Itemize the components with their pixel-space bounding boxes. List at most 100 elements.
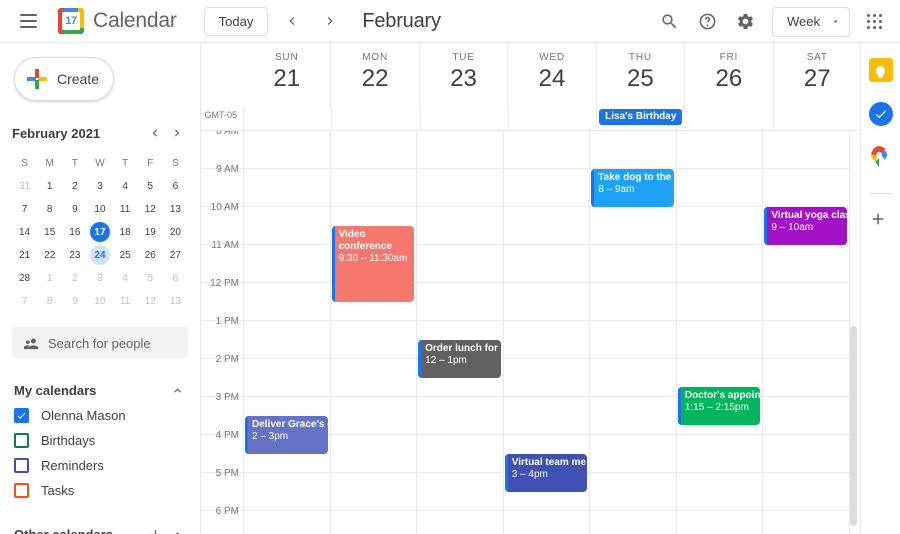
mini-calendar-day[interactable]: 2 bbox=[62, 175, 87, 198]
previous-period-button[interactable] bbox=[278, 7, 306, 35]
mini-calendar-day[interactable]: 13 bbox=[163, 290, 188, 313]
search-icon[interactable] bbox=[652, 5, 686, 39]
mini-calendar-day[interactable]: 8 bbox=[37, 198, 62, 221]
all-day-cell[interactable] bbox=[684, 108, 772, 130]
mini-calendar-day[interactable]: 17 bbox=[87, 221, 112, 244]
day-header-column[interactable]: SAT27 bbox=[773, 43, 860, 108]
day-number[interactable]: 22 bbox=[331, 65, 418, 93]
mini-calendar-day[interactable]: 18 bbox=[113, 221, 138, 244]
mini-calendar-next-button[interactable] bbox=[166, 122, 188, 144]
all-day-cell[interactable]: Lisa's Birthday bbox=[596, 108, 684, 130]
my-calendars-header[interactable]: My calendars bbox=[14, 377, 188, 403]
mini-calendar-day[interactable]: 14 bbox=[12, 221, 37, 244]
mini-calendar-day[interactable]: 9 bbox=[62, 198, 87, 221]
search-people-input[interactable]: Search for people bbox=[12, 327, 188, 359]
all-day-cell[interactable] bbox=[331, 108, 419, 130]
google-tasks-icon[interactable] bbox=[869, 102, 893, 126]
google-maps-icon[interactable] bbox=[869, 146, 893, 170]
mini-calendar-day[interactable]: 7 bbox=[12, 290, 37, 313]
hour-row[interactable] bbox=[201, 321, 849, 359]
create-button[interactable]: Create bbox=[14, 57, 114, 101]
mini-calendar-day[interactable]: 12 bbox=[138, 198, 163, 221]
hour-row[interactable] bbox=[201, 511, 849, 534]
mini-calendar-day[interactable]: 19 bbox=[138, 221, 163, 244]
day-number[interactable]: 23 bbox=[420, 65, 507, 93]
day-header-column[interactable]: MON22 bbox=[330, 43, 418, 108]
calendar-checkbox[interactable] bbox=[14, 458, 29, 473]
mini-calendar-day[interactable]: 5 bbox=[138, 175, 163, 198]
calendar-list-item[interactable]: Reminders bbox=[14, 453, 188, 478]
mini-calendar-day[interactable]: 1 bbox=[37, 267, 62, 290]
gear-icon[interactable] bbox=[728, 5, 762, 39]
mini-calendar-day[interactable]: 26 bbox=[138, 244, 163, 267]
hour-row[interactable] bbox=[201, 283, 849, 321]
mini-calendar-day[interactable]: 16 bbox=[62, 221, 87, 244]
mini-calendar-day[interactable]: 31 bbox=[12, 175, 37, 198]
mini-calendar-day[interactable]: 22 bbox=[37, 244, 62, 267]
mini-calendar-day[interactable]: 7 bbox=[12, 198, 37, 221]
calendar-event[interactable]: Order lunch for o12 – 1pm bbox=[418, 340, 501, 378]
day-header-column[interactable]: WED24 bbox=[507, 43, 595, 108]
hour-row[interactable] bbox=[201, 245, 849, 283]
chevron-up-icon[interactable] bbox=[166, 523, 188, 534]
all-day-cell[interactable] bbox=[773, 108, 860, 130]
mini-calendar-day[interactable]: 6 bbox=[163, 175, 188, 198]
calendar-list-item[interactable]: Olenna Mason bbox=[14, 403, 188, 428]
hour-row[interactable] bbox=[201, 169, 849, 207]
day-number[interactable]: 24 bbox=[508, 65, 595, 93]
calendar-list-item[interactable]: Birthdays bbox=[14, 428, 188, 453]
add-other-calendar-button[interactable] bbox=[144, 523, 166, 534]
mini-calendar-day[interactable]: 3 bbox=[87, 267, 112, 290]
google-calendar-logo-icon[interactable]: 17 bbox=[58, 8, 84, 34]
all-day-cell[interactable] bbox=[243, 108, 331, 130]
day-header-column[interactable]: TUE23 bbox=[419, 43, 507, 108]
calendar-event[interactable]: Virtual yoga clas9 – 10am bbox=[764, 207, 847, 245]
all-day-cell[interactable] bbox=[420, 108, 508, 130]
calendar-checkbox[interactable] bbox=[14, 408, 29, 423]
mini-calendar-day[interactable]: 23 bbox=[62, 244, 87, 267]
calendar-event[interactable]: Take dog to the v8 – 9am bbox=[591, 169, 674, 207]
mini-calendar-day[interactable]: 3 bbox=[87, 175, 112, 198]
mini-calendar-day[interactable]: 2 bbox=[62, 267, 87, 290]
vertical-scrollbar[interactable] bbox=[850, 326, 857, 526]
calendar-list-item[interactable]: Tasks bbox=[14, 478, 188, 503]
mini-calendar-day[interactable]: 8 bbox=[37, 290, 62, 313]
all-day-event[interactable]: Lisa's Birthday bbox=[599, 109, 682, 125]
mini-calendar-day[interactable]: 13 bbox=[163, 198, 188, 221]
mini-calendar-day[interactable]: 9 bbox=[62, 290, 87, 313]
calendar-checkbox[interactable] bbox=[14, 483, 29, 498]
mini-calendar-day[interactable]: 4 bbox=[113, 175, 138, 198]
day-header-column[interactable]: THU25 bbox=[596, 43, 684, 108]
day-number[interactable]: 26 bbox=[685, 65, 772, 93]
mini-calendar-day[interactable]: 20 bbox=[163, 221, 188, 244]
other-calendars-header[interactable]: Other calendars bbox=[14, 521, 188, 534]
view-mode-select[interactable]: Week bbox=[772, 7, 850, 37]
next-period-button[interactable] bbox=[316, 7, 344, 35]
calendar-event[interactable]: Videoconference9:30 – 11:30am bbox=[332, 226, 415, 302]
help-icon[interactable] bbox=[690, 5, 724, 39]
mini-calendar-day[interactable]: 21 bbox=[12, 244, 37, 267]
day-number[interactable]: 25 bbox=[597, 65, 684, 93]
hour-row[interactable] bbox=[201, 207, 849, 245]
today-button[interactable]: Today bbox=[204, 7, 269, 36]
mini-calendar-prev-button[interactable] bbox=[144, 122, 166, 144]
all-day-cell[interactable] bbox=[508, 108, 596, 130]
apps-grid-icon[interactable] bbox=[858, 5, 892, 39]
google-keep-icon[interactable] bbox=[869, 58, 893, 82]
day-number[interactable]: 21 bbox=[243, 65, 330, 93]
mini-calendar-day[interactable]: 6 bbox=[163, 267, 188, 290]
mini-calendar-day[interactable]: 10 bbox=[87, 290, 112, 313]
mini-calendar-day[interactable]: 4 bbox=[113, 267, 138, 290]
mini-calendar-day[interactable]: 1 bbox=[37, 175, 62, 198]
day-header-column[interactable]: FRI26 bbox=[684, 43, 772, 108]
mini-calendar-day[interactable]: 5 bbox=[138, 267, 163, 290]
mini-calendar-day[interactable]: 27 bbox=[163, 244, 188, 267]
calendar-event[interactable]: Virtual team me3 – 4pm bbox=[505, 454, 588, 492]
calendar-event[interactable]: Deliver Grace's g2 – 3pm bbox=[245, 416, 328, 454]
mini-calendar-day[interactable]: 11 bbox=[113, 198, 138, 221]
hamburger-menu-icon[interactable] bbox=[8, 1, 48, 41]
mini-calendar-day[interactable]: 10 bbox=[87, 198, 112, 221]
mini-calendar-day[interactable]: 24 bbox=[87, 244, 112, 267]
add-app-button[interactable] bbox=[869, 210, 893, 234]
calendar-checkbox[interactable] bbox=[14, 433, 29, 448]
